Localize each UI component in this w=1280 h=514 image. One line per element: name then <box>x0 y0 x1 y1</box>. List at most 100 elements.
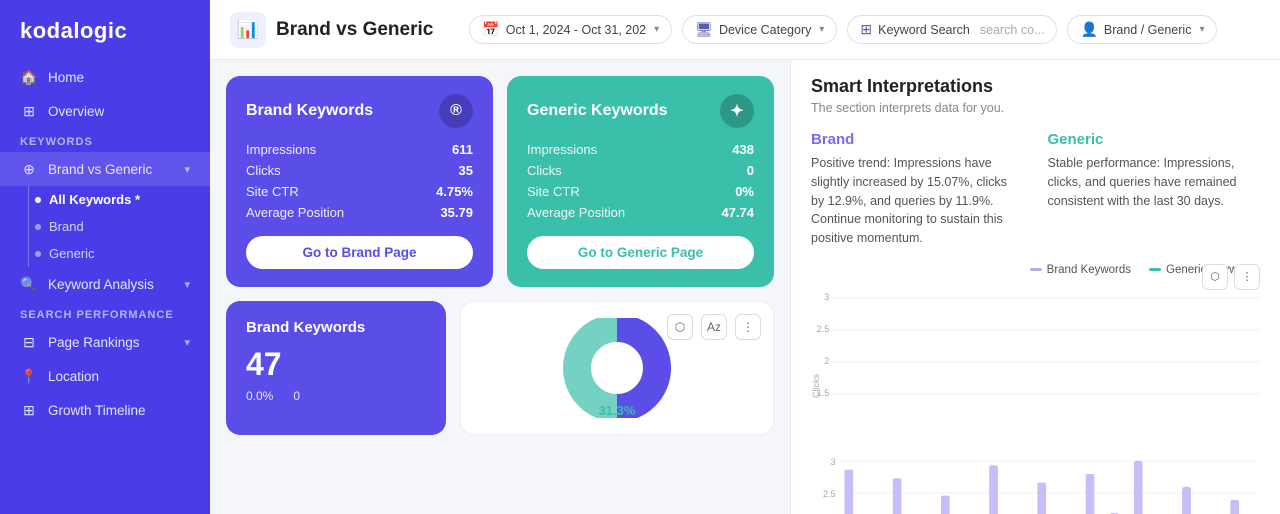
brand-ctr-value: 4.75% <box>436 184 473 199</box>
smart-interp-header: Smart Interpretations The section interp… <box>811 76 1260 115</box>
main-content: 📊 Brand vs Generic 📅 Oct 1, 2024 - Oct 3… <box>210 0 1280 514</box>
brand-avgpos-label: Average Position <box>246 205 344 220</box>
brand-impressions-label: Impressions <box>246 142 316 157</box>
donut-label-button[interactable]: Az <box>701 314 727 340</box>
smart-title-bold: Smart <box>811 76 862 96</box>
brand-card-header: Brand Keywords ® <box>246 94 473 128</box>
header-page-icon: 📊 <box>230 12 266 48</box>
brand-legend-label: Brand Keywords <box>1047 264 1131 276</box>
keyword-filter[interactable]: ⊞ Keyword Search search co... <box>847 15 1057 44</box>
chevron-down-icon: ▾ <box>184 278 190 291</box>
sidebar-item-overview[interactable]: ⊞ Overview <box>0 94 210 128</box>
brand-impressions-row: Impressions 611 <box>246 142 473 157</box>
home-icon: 🏠 <box>20 68 38 86</box>
generic-avgpos-label: Average Position <box>527 205 625 220</box>
top-cards-row: Brand Keywords ® Impressions 611 Clicks … <box>226 76 774 287</box>
header: 📊 Brand vs Generic 📅 Oct 1, 2024 - Oct 3… <box>210 0 1280 60</box>
chart-container: ⬡ ⋮ Brand Keywords Generic Keywords <box>811 264 1260 471</box>
donut-export-button[interactable]: ⬡ <box>667 314 693 340</box>
chart-more-button[interactable]: ⋮ <box>1234 264 1260 290</box>
keyword-analysis-icon: 🔍 <box>20 275 38 293</box>
brand-filter-label: Brand / Generic <box>1104 23 1192 37</box>
location-icon: 📍 <box>20 367 38 385</box>
chart-export-button[interactable]: ⬡ <box>1202 264 1228 290</box>
device-icon: 🖥 <box>695 21 713 38</box>
generic-card-header: Generic Keywords ✦ <box>527 94 754 128</box>
generic-avgpos-row: Average Position 47.74 <box>527 205 754 220</box>
chevron-down-icon: ▾ <box>819 24 824 35</box>
bk2-pct: 0.0% <box>246 389 273 403</box>
page-rankings-icon: ⊟ <box>20 333 38 351</box>
brand-card-badge: ® <box>439 94 473 128</box>
generic-impressions-label: Impressions <box>527 142 597 157</box>
go-to-brand-page-button[interactable]: Go to Brand Page <box>246 236 473 269</box>
sidebar-item-label-ka: Keyword Analysis <box>48 277 154 292</box>
legend-brand: Brand Keywords <box>1030 264 1131 276</box>
brand-keywords-card: Brand Keywords ® Impressions 611 Clicks … <box>226 76 493 287</box>
chevron-down-icon: ▾ <box>184 163 190 176</box>
bk2-zero: 0 <box>293 389 300 403</box>
generic-impressions-value: 438 <box>732 142 754 157</box>
generic-card-title: Generic Keywords <box>527 102 668 120</box>
content-left: Brand Keywords ® Impressions 611 Clicks … <box>210 60 790 514</box>
sidebar-item-keyword-analysis[interactable]: 🔍 Keyword Analysis ▾ <box>0 267 210 301</box>
sidebar-item-brand-vs-generic[interactable]: ⊕ Brand vs Generic ▾ <box>0 152 210 186</box>
chevron-down-icon: ▾ <box>1199 24 1204 35</box>
go-to-generic-page-button[interactable]: Go to Generic Page <box>527 236 754 269</box>
svg-text:Clicks: Clicks <box>811 373 821 397</box>
donut-pct-label: 31.3% <box>599 403 636 418</box>
sidebar-item-page-rankings[interactable]: ⊟ Page Rankings ▾ <box>0 325 210 359</box>
svg-text:2: 2 <box>824 356 829 366</box>
generic-ctr-value: 0% <box>735 184 754 199</box>
sidebar-item-label-pr: Page Rankings <box>48 335 140 350</box>
sidebar-item-brand[interactable]: Brand <box>0 213 210 240</box>
chevron-down-icon: ▾ <box>184 336 190 349</box>
donut-more-button[interactable]: ⋮ <box>735 314 761 340</box>
brand-avgpos-value: 35.79 <box>440 205 473 220</box>
sidebar-section-keywords: Keywords <box>0 128 210 152</box>
generic-clicks-label: Clicks <box>527 163 562 178</box>
sub-menu-bvg: All Keywords * Brand Generic <box>0 186 210 267</box>
sidebar-subitem-label-all-keywords: All Keywords * <box>49 192 140 207</box>
date-filter-label: Oct 1, 2024 - Oct 31, 202 <box>506 23 646 37</box>
sidebar-item-all-keywords[interactable]: All Keywords * <box>0 186 210 213</box>
sidebar-item-generic[interactable]: Generic <box>0 240 210 267</box>
content-area: Brand Keywords ® Impressions 611 Clicks … <box>210 60 1280 514</box>
content-right: Smart Interpretations The section interp… <box>790 60 1280 514</box>
brand-filter-icon: 👤 <box>1080 21 1097 38</box>
generic-ctr-label: Site CTR <box>527 184 580 199</box>
generic-legend-dot <box>1149 268 1161 271</box>
sidebar-item-home[interactable]: 🏠 Home <box>0 60 210 94</box>
bar-chart-svg: 3 2.5 2 1.5 Clicks <box>811 286 1260 466</box>
generic-clicks-row: Clicks 0 <box>527 163 754 178</box>
overview-icon: ⊞ <box>20 102 38 120</box>
chart-icon: 📊 <box>237 19 259 40</box>
brand-impressions-value: 611 <box>452 142 473 157</box>
date-filter[interactable]: 📅 Oct 1, 2024 - Oct 31, 202 ▾ <box>469 15 672 44</box>
bk2-sub: 0.0% 0 <box>246 389 426 403</box>
donut-chart-card: ⬡ Az ⋮ 31.3% <box>460 301 774 435</box>
smart-subtitle: The section interprets data for you. <box>811 101 1260 115</box>
bk2-title: Brand Keywords <box>246 319 426 336</box>
brand-interp-text: Positive trend: Impressions have slightl… <box>811 154 1024 248</box>
sidebar-item-label-home: Home <box>48 70 84 85</box>
header-filters: 📅 Oct 1, 2024 - Oct 31, 202 ▾ 🖥 Device C… <box>469 15 1217 44</box>
sidebar-item-label-overview: Overview <box>48 104 104 119</box>
brand-card-title: Brand Keywords <box>246 102 373 120</box>
sidebar-item-location[interactable]: 📍 Location <box>0 359 210 393</box>
dot-indicator <box>35 251 41 257</box>
interp-row: Brand Positive trend: Impressions have s… <box>811 131 1260 248</box>
chart-area: 3 2.5 2 1.5 Clicks <box>811 286 1260 471</box>
generic-clicks-value: 0 <box>747 163 754 178</box>
generic-card-badge: ✦ <box>720 94 754 128</box>
sidebar-item-growth-timeline[interactable]: ⊞ Growth Timeline <box>0 393 210 427</box>
chart-toolbar: ⬡ ⋮ <box>1202 264 1260 290</box>
brand-filter[interactable]: 👤 Brand / Generic ▾ <box>1067 15 1217 44</box>
bk2-count: 47 <box>246 346 426 383</box>
generic-impressions-row: Impressions 438 <box>527 142 754 157</box>
brand-ctr-label: Site CTR <box>246 184 299 199</box>
brand-card-metrics: Impressions 611 Clicks 35 Site CTR 4.75% <box>246 142 473 220</box>
brand-clicks-value: 35 <box>459 163 473 178</box>
brand-interpretation: Brand Positive trend: Impressions have s… <box>811 131 1024 248</box>
device-filter[interactable]: 🖥 Device Category ▾ <box>682 15 837 44</box>
